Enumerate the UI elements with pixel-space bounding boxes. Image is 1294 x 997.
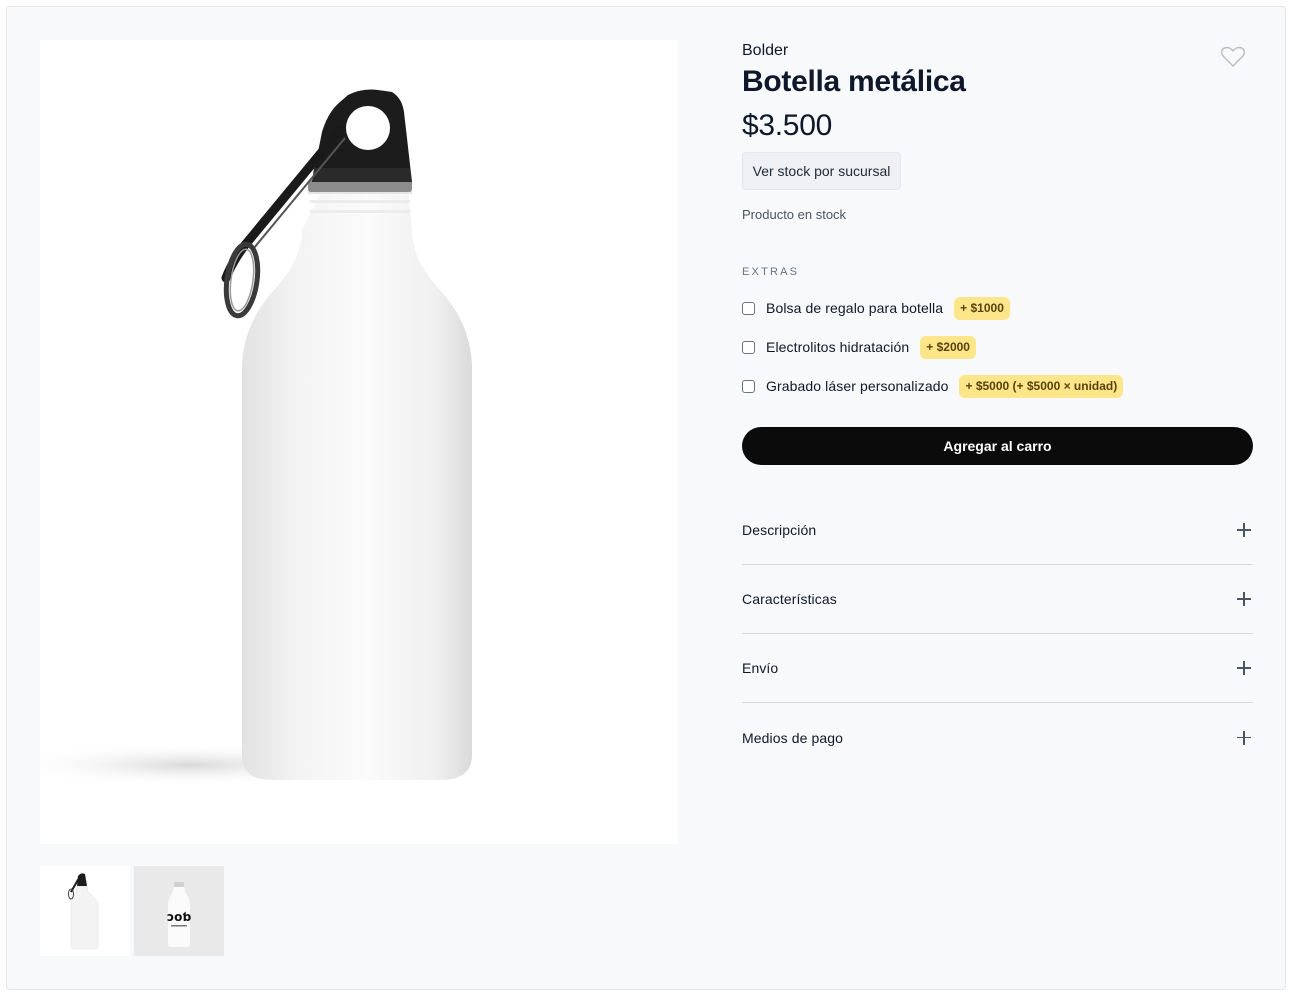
extra-label: Bolsa de regalo para botella [766,300,944,316]
extra-option[interactable]: Bolsa de regalo para botella + $1000 [742,296,1010,320]
extra-price-badge: + $1000 [954,296,1010,320]
accordion-label: Medios de pago [742,729,844,746]
extra-label: Electrolitos hidratación [766,339,910,355]
accordion-payment-methods[interactable]: Medios de pago [742,703,1253,772]
thumbnail-logo-bottle-image: ɔoƅ [167,882,191,947]
extra-checkbox[interactable] [742,301,755,315]
heart-outline-icon[interactable] [1220,45,1246,69]
bottle-image [40,89,472,787]
extra-price-badge: + $5000 (+ $5000 × unidad) [959,374,1124,398]
accordion-label: Descripción [742,522,817,538]
add-to-cart-button[interactable]: Agregar al carro [742,427,1253,465]
thumbnail-1[interactable] [40,866,130,956]
product-price: $3.500 [742,109,832,142]
accordion-label: Envío [742,660,779,676]
accordion-features[interactable]: Características [742,565,1253,634]
thumbnail-2[interactable]: ɔoƅ [134,866,224,956]
extra-checkbox[interactable] [742,340,755,354]
stock-status: Producto en stock [742,207,847,222]
plus-icon[interactable] [1237,592,1251,606]
extra-option[interactable]: Grabado láser personalizado + $5000 (+ $… [742,374,1124,398]
product-brand: Bolder [742,42,789,59]
accordion-shipping[interactable]: Envío [742,634,1253,703]
product-page: ɔoƅ Bolder Botella metálica $3.500 Ver s… [6,6,1286,990]
accordion-label: Características [742,591,837,607]
extra-price-badge: + $2000 [920,335,976,359]
extra-checkbox[interactable] [742,379,755,393]
thumbnail-bottle-image [68,873,99,950]
plus-icon[interactable] [1237,661,1251,675]
extras-heading: EXTRAS [742,266,800,278]
extra-option[interactable]: Electrolitos hidratación + $2000 [742,335,976,359]
plus-icon[interactable] [1237,730,1251,745]
extra-label: Grabado láser personalizado [766,378,949,394]
svg-text:ɔoƅ: ɔoƅ [167,910,191,924]
plus-icon[interactable] [1237,523,1251,537]
view-stock-button[interactable]: Ver stock por sucursal [742,152,901,190]
product-main-image[interactable] [40,40,678,844]
product-title: Botella metálica [742,65,966,98]
accordion-description[interactable]: Descripción [742,496,1253,565]
